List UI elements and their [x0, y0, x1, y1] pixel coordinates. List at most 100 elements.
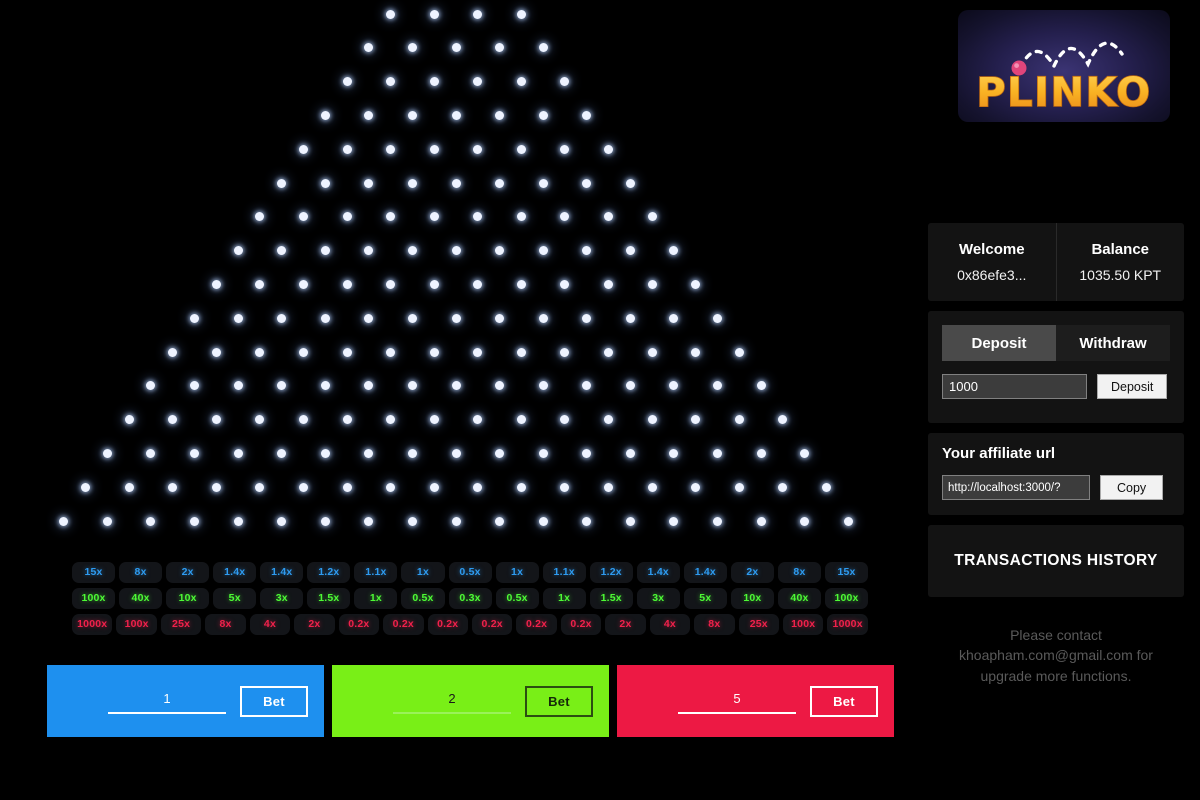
multiplier-cell: 1.4x	[636, 562, 680, 583]
peg	[407, 246, 417, 256]
bet-button-medium[interactable]: Bet	[525, 685, 593, 717]
peg	[473, 212, 483, 222]
peg	[800, 448, 810, 458]
peg	[277, 178, 287, 188]
multiplier-cell: 1x	[542, 588, 586, 609]
peg	[560, 212, 570, 222]
multiplier-cell: 15x	[72, 562, 116, 583]
sidebar: PLINKO Welcome 0x86efe3... Balance 1035.…	[912, 0, 1200, 800]
peg	[582, 178, 592, 188]
peg	[516, 144, 526, 154]
deposit-row: Deposit	[942, 374, 1170, 399]
peg	[560, 77, 570, 87]
peg	[756, 381, 766, 391]
peg	[277, 381, 287, 391]
peg	[386, 279, 396, 289]
peg	[407, 178, 417, 188]
welcome-label: Welcome	[958, 241, 1025, 258]
multiplier-cell: 0.5x	[448, 562, 492, 583]
bet-panels: Bet Bet Bet	[47, 665, 894, 737]
peg	[516, 279, 526, 289]
peg	[342, 415, 352, 425]
bet-panel-medium: Bet	[332, 665, 609, 737]
peg	[625, 381, 635, 391]
bet-button-low[interactable]: Bet	[240, 685, 308, 717]
multiplier-cell: 1000x	[72, 614, 113, 635]
tab-deposit[interactable]: Deposit	[942, 325, 1056, 361]
peg	[342, 347, 352, 357]
multiplier-cell: 25x	[160, 614, 202, 635]
peg	[255, 212, 265, 222]
peg	[407, 313, 417, 323]
peg	[495, 313, 505, 323]
peg	[298, 415, 308, 425]
peg	[516, 9, 526, 19]
bet-amount-input-low[interactable]	[108, 688, 226, 714]
multiplier-cell: 15x	[825, 562, 869, 583]
peg	[691, 482, 701, 492]
peg	[473, 77, 483, 87]
peg	[625, 178, 635, 188]
peg	[604, 212, 614, 222]
multiplier-rows: 15x 8x 2x 1.4x 1.4x 1.2x 1.1x 1x 0.5x 1x 1.1x 1.2x 1…	[72, 562, 869, 640]
bet-amount-input-medium[interactable]	[393, 688, 511, 714]
peg	[298, 144, 308, 154]
peg	[582, 516, 592, 526]
peg	[320, 448, 330, 458]
deposit-submit-button[interactable]: Deposit	[1097, 374, 1168, 399]
peg	[320, 246, 330, 256]
multiplier-cell: 5x	[213, 588, 257, 609]
copy-affiliate-url-button[interactable]: Copy	[1100, 475, 1164, 500]
peg	[800, 516, 810, 526]
peg	[451, 313, 461, 323]
peg	[146, 448, 156, 458]
peg	[691, 415, 701, 425]
peg	[538, 381, 548, 391]
peg	[473, 415, 483, 425]
multiplier-cell: 0.2x	[427, 614, 468, 635]
peg	[386, 77, 396, 87]
peg	[451, 448, 461, 458]
peg	[124, 482, 134, 492]
peg	[298, 212, 308, 222]
multiplier-cell: 3x	[636, 588, 680, 609]
wallet-panel: Deposit Withdraw Deposit	[928, 311, 1184, 423]
peg	[582, 448, 592, 458]
peg	[451, 110, 461, 120]
peg	[451, 178, 461, 188]
peg	[211, 415, 221, 425]
peg	[364, 110, 374, 120]
peg	[604, 279, 614, 289]
peg	[822, 482, 832, 492]
peg	[713, 381, 723, 391]
peg	[233, 516, 243, 526]
peg	[255, 347, 265, 357]
peg	[364, 448, 374, 458]
multiplier-cell: 0.3x	[448, 588, 492, 609]
multiplier-cell: 100x	[783, 614, 824, 635]
peg	[560, 482, 570, 492]
peg	[451, 246, 461, 256]
peg	[669, 448, 679, 458]
wallet-address[interactable]: 0x86efe3...	[957, 267, 1026, 283]
peg	[713, 448, 723, 458]
deposit-amount-input[interactable]	[942, 374, 1087, 399]
peg	[495, 178, 505, 188]
bet-amount-input-high[interactable]	[678, 688, 796, 714]
transactions-history-panel[interactable]: TRANSACTIONS HISTORY	[928, 525, 1184, 597]
tab-withdraw[interactable]: Withdraw	[1056, 325, 1170, 361]
bet-button-high[interactable]: Bet	[810, 685, 878, 717]
transactions-history-title: TRANSACTIONS HISTORY	[954, 552, 1158, 569]
multiplier-cell: 2x	[730, 562, 774, 583]
multiplier-row-blue-row: 15x 8x 2x 1.4x 1.4x 1.2x 1.1x 1x 0.5x 1x 1.1x 1.2x 1…	[72, 562, 869, 583]
multiplier-cell: 8x	[777, 562, 821, 583]
multiplier-row-green-row: 100x 40x 10x 5x 3x 1.5x 1x 0.5x 0.3x 0.5x 1x 1.5x 3x…	[72, 588, 869, 609]
peg	[342, 212, 352, 222]
peg	[495, 110, 505, 120]
peg	[473, 279, 483, 289]
peg	[124, 415, 134, 425]
affiliate-url-input[interactable]	[942, 475, 1090, 500]
multiplier-cell: 1.1x	[542, 562, 586, 583]
peg	[407, 448, 417, 458]
peg	[843, 516, 853, 526]
